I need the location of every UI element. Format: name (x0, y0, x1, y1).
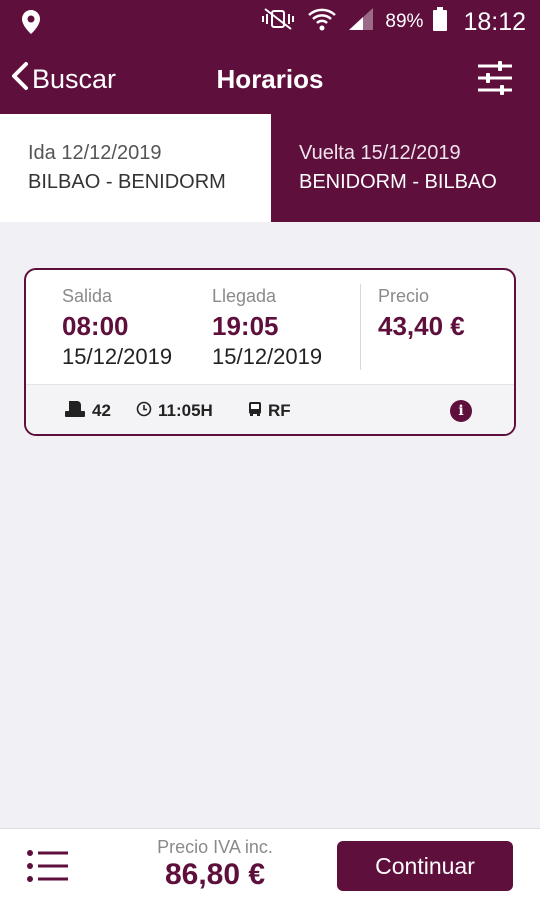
battery-icon (433, 7, 448, 37)
divider (360, 284, 361, 370)
service-info: RF (248, 385, 291, 434)
filter-sliders-icon[interactable] (476, 60, 514, 101)
departure-label: Salida (62, 286, 113, 306)
wifi-icon (307, 5, 337, 39)
tab-vuelta-date: Vuelta 15/12/2019 (299, 142, 461, 164)
clock-icon (136, 401, 152, 422)
total-price-label: Precio IVA inc. (157, 837, 273, 857)
clock: 18:12 (463, 7, 526, 36)
tab-vuelta[interactable]: Vuelta 15/12/2019 BENIDORM - BILBAO (271, 114, 540, 222)
list-icon[interactable] (26, 849, 70, 888)
departure-block: Salida 08:00 15/12/2019 (62, 286, 172, 370)
seat-icon (64, 399, 86, 424)
info-icon[interactable]: i (450, 400, 472, 422)
back-button[interactable]: Buscar (10, 44, 116, 114)
bus-icon (248, 401, 262, 422)
trip-card[interactable]: Salida 08:00 15/12/2019 Llegada 19:05 15… (24, 268, 516, 436)
app-bar: Buscar Horarios (0, 44, 540, 114)
tab-ida-route: BILBAO - BENIDORM (28, 171, 226, 193)
departure-time: 08:00 (62, 311, 129, 341)
duration-value: 11:05H (158, 401, 213, 420)
seats-info: 42 (64, 385, 111, 434)
chevron-left-icon (10, 61, 30, 98)
total-price-value: 86,80 € (164, 858, 266, 891)
tab-vuelta-route: BENIDORM - BILBAO (299, 171, 497, 193)
arrival-date: 15/12/2019 (212, 344, 323, 369)
trip-card-times: Salida 08:00 15/12/2019 Llegada 19:05 15… (26, 270, 514, 384)
continue-button[interactable]: Continuar (337, 841, 513, 891)
duration-info: 11:05H (136, 385, 213, 434)
status-bar: 89% 18:12 (0, 0, 540, 44)
departure-date: 15/12/2019 (62, 344, 173, 369)
bottom-bar: Precio IVA inc. 86,80 € Continuar (0, 828, 540, 900)
location-icon (20, 9, 42, 40)
trip-card-details: 42 11:05H RF i (26, 384, 514, 434)
price-block: Precio 43,40 € (378, 286, 465, 342)
trip-tabs: Ida 12/12/2019 BILBAO - BENIDORM Vuelta … (0, 114, 540, 222)
tab-ida[interactable]: Ida 12/12/2019 BILBAO - BENIDORM (0, 114, 271, 222)
signal-icon (347, 6, 375, 38)
price-label: Precio (378, 286, 430, 306)
service-code: RF (268, 401, 291, 420)
back-label: Buscar (32, 63, 117, 94)
price-value: 43,40 € (378, 311, 465, 341)
total-price: Precio IVA inc. 86,80 € (145, 837, 285, 892)
arrival-label: Llegada (212, 286, 277, 306)
seats-count: 42 (92, 401, 111, 420)
arrival-block: Llegada 19:05 15/12/2019 (212, 286, 322, 370)
vibrate-mute-icon (259, 7, 297, 37)
battery-percent: 89% (385, 11, 424, 32)
arrival-time: 19:05 (212, 311, 279, 341)
tab-ida-date: Ida 12/12/2019 (28, 142, 162, 164)
